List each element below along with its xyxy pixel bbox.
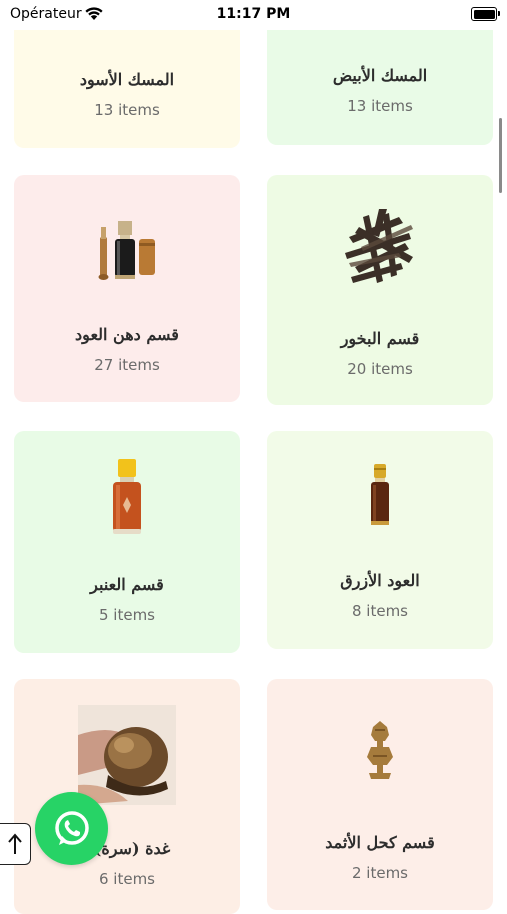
category-count: 20 items <box>347 360 413 378</box>
category-title: المسك الأسود <box>79 70 175 89</box>
category-title: المسك الأبيض <box>332 66 428 85</box>
category-title: قسم دهن العود <box>75 325 179 344</box>
category-card-blue-oud[interactable]: العود الأزرق 8 items <box>267 431 493 649</box>
category-title: قسم البخور <box>340 329 420 348</box>
whatsapp-button[interactable] <box>35 792 108 865</box>
musk-gland-image <box>78 705 176 805</box>
oud-oil-bottle-image <box>98 221 155 280</box>
category-card-incense[interactable]: قسم البخور 20 items <box>267 175 493 405</box>
category-count: 13 items <box>347 97 413 115</box>
scroll-to-top-button[interactable] <box>0 823 31 865</box>
category-count: 2 items <box>351 864 408 882</box>
arrow-up-icon <box>8 833 22 854</box>
category-card-amber[interactable]: قسم العنبر 5 items <box>14 431 240 653</box>
blue-oud-bottle-image <box>371 464 389 525</box>
scroll-indicator[interactable] <box>499 118 502 193</box>
category-count: 27 items <box>94 356 160 374</box>
category-count: 8 items <box>351 602 408 620</box>
category-title: قسم كحل الأثمد <box>325 833 435 852</box>
category-count: 5 items <box>98 606 155 624</box>
category-card-kohl[interactable]: قسم كحل الأثمد 2 items <box>267 679 493 910</box>
category-card-oud-oil[interactable]: قسم دهن العود 27 items <box>14 175 240 402</box>
category-count: 13 items <box>94 101 160 119</box>
category-title: قسم العنبر <box>90 575 164 594</box>
category-title: العود الأزرق <box>340 571 420 590</box>
incense-wood-image <box>345 209 413 283</box>
category-count: 6 items <box>98 870 155 888</box>
category-card-musk-gland[interactable]: غدة (سرة) ا 6 items <box>14 679 240 914</box>
clock: 11:17 PM <box>216 6 291 22</box>
battery-icon <box>471 7 500 21</box>
whatsapp-icon <box>54 810 89 845</box>
amber-bottle-image <box>113 459 141 534</box>
kohl-container-image <box>367 721 393 779</box>
status-bar: Opérateur 11:17 PM <box>0 0 507 30</box>
